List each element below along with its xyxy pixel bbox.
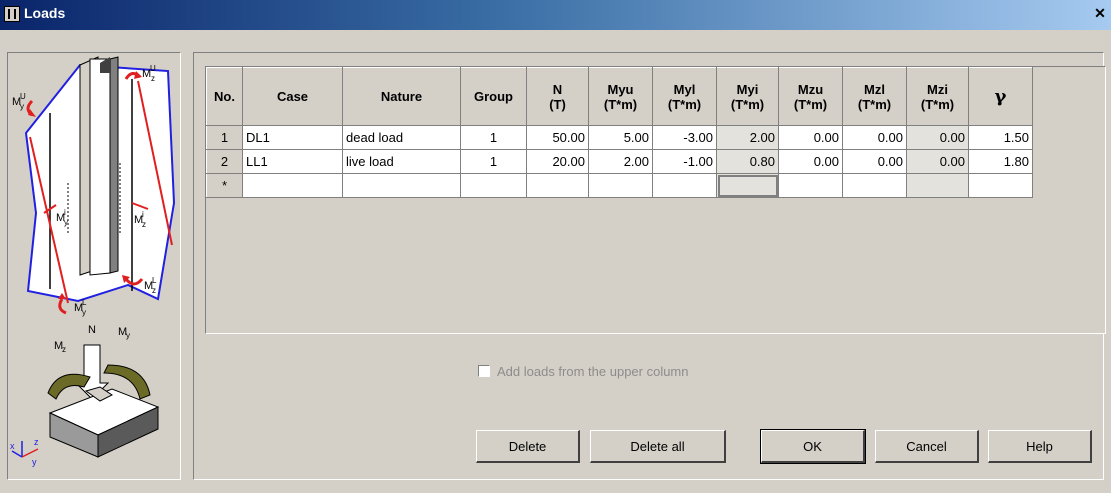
cell-myu[interactable]: 5.00 (588, 125, 653, 150)
cell-mzl[interactable]: 0.00 (842, 149, 907, 174)
cell-mzl[interactable] (842, 173, 907, 198)
svg-text:y: y (20, 102, 24, 111)
cell-mzi: 0.00 (906, 125, 969, 150)
diagram-panel: M U z M U y M i y M i z M L z M L y N M … (7, 52, 181, 480)
new-row[interactable]: * (206, 173, 1033, 198)
add-upper-loads-checkbox (478, 365, 490, 377)
cell-mzl[interactable]: 0.00 (842, 125, 907, 150)
cell-group[interactable]: 1 (460, 125, 527, 150)
svg-text:L: L (152, 276, 157, 285)
ok-button[interactable]: OK (760, 429, 866, 464)
col-header-mzi[interactable]: Mzi (T*m) (906, 67, 969, 126)
table-row[interactable]: 2 LL1 live load 1 20.00 2.00 -1.00 0.80 … (206, 149, 1033, 174)
svg-text:z: z (151, 74, 155, 83)
col-header-mzu[interactable]: Mzu (T*m) (778, 67, 843, 126)
cell-mzu[interactable]: 0.00 (778, 149, 843, 174)
cell-n[interactable]: 20.00 (526, 149, 589, 174)
cell-n[interactable]: 50.00 (526, 125, 589, 150)
col-header-myl[interactable]: Myl (T*m) (652, 67, 717, 126)
col-header-mzl[interactable]: Mzl (T*m) (842, 67, 907, 126)
cell-group[interactable]: 1 (460, 149, 527, 174)
header-row: No. Case Nature Group N (T) Myu (T*m) Myl(… (206, 67, 1033, 126)
cell-myu[interactable] (588, 173, 653, 198)
cell-nature[interactable]: live load (342, 149, 461, 174)
cell-n[interactable] (526, 173, 589, 198)
cell-nature[interactable] (342, 173, 461, 198)
cell-case[interactable]: LL1 (242, 149, 343, 174)
cell-gamma[interactable] (968, 173, 1033, 198)
cell-gamma[interactable]: 1.80 (968, 149, 1033, 174)
close-icon: ✕ (1094, 5, 1106, 21)
row-number[interactable]: 2 (206, 149, 243, 174)
svg-text:z: z (142, 220, 146, 229)
cell-case[interactable] (242, 173, 343, 198)
loads-grid-frame: No. Case Nature Group N (T) Myu (T*m) Myl(… (205, 66, 1106, 334)
title-bar: Loads ✕ (0, 0, 1111, 30)
close-button[interactable]: ✕ (1092, 5, 1108, 21)
column-load-diagram: M U z M U y M i y M i z M L z M L y N M … (10, 56, 176, 467)
cell-myi: 2.00 (716, 125, 779, 150)
svg-text:y: y (64, 218, 68, 227)
cancel-button[interactable]: Cancel (875, 430, 979, 463)
cell-mzi: 0.00 (906, 149, 969, 174)
svg-text:i: i (64, 208, 66, 217)
cell-mzu[interactable] (778, 173, 843, 198)
svg-text:U: U (150, 64, 156, 73)
cell-myi[interactable] (716, 173, 779, 198)
cell-myl[interactable]: -1.00 (652, 149, 717, 174)
row-number[interactable]: 1 (206, 125, 243, 150)
col-header-myi[interactable]: Myi (T*m) (716, 67, 779, 126)
app-icon (4, 6, 20, 22)
window-title: Loads (24, 5, 66, 21)
svg-text:x: x (10, 441, 15, 451)
delete-button[interactable]: Delete (476, 430, 580, 463)
new-row-marker[interactable]: * (206, 173, 243, 198)
cell-myl[interactable]: -3.00 (652, 125, 717, 150)
col-header-no[interactable]: No. (206, 67, 243, 126)
svg-text:z: z (34, 437, 39, 447)
col-header-n[interactable]: N (T) (526, 67, 589, 126)
cell-mzi (906, 173, 969, 198)
cell-case[interactable]: DL1 (242, 125, 343, 150)
svg-text:U: U (20, 92, 26, 101)
svg-text:L: L (82, 298, 87, 307)
col-header-case[interactable]: Case (242, 67, 343, 126)
help-button[interactable]: Help (988, 430, 1092, 463)
col-header-gamma[interactable]: γ (968, 67, 1033, 126)
cell-myl[interactable] (652, 173, 717, 198)
col-header-group[interactable]: Group (460, 67, 527, 126)
svg-text:i: i (142, 210, 144, 219)
cell-nature[interactable]: dead load (342, 125, 461, 150)
cell-myu[interactable]: 2.00 (588, 149, 653, 174)
cell-group[interactable] (460, 173, 527, 198)
svg-text:y: y (32, 457, 37, 467)
svg-text:N: N (88, 324, 96, 336)
cell-myi: 0.80 (716, 149, 779, 174)
loads-table: No. Case Nature Group N (T) Myu (T*m) Myl(… (206, 67, 1033, 198)
cell-gamma[interactable]: 1.50 (968, 125, 1033, 150)
svg-text:z: z (62, 345, 66, 354)
add-upper-loads-label: Add loads from the upper column (497, 364, 689, 379)
table-row[interactable]: 1 DL1 dead load 1 50.00 5.00 -3.00 2.00 … (206, 125, 1033, 150)
cell-mzu[interactable]: 0.00 (778, 125, 843, 150)
col-header-nature[interactable]: Nature (342, 67, 461, 126)
svg-text:y: y (126, 331, 130, 340)
col-header-myu[interactable]: Myu (T*m) (588, 67, 653, 126)
delete-all-button[interactable]: Delete all (590, 430, 726, 463)
svg-text:y: y (82, 308, 86, 317)
svg-text:z: z (152, 286, 156, 295)
